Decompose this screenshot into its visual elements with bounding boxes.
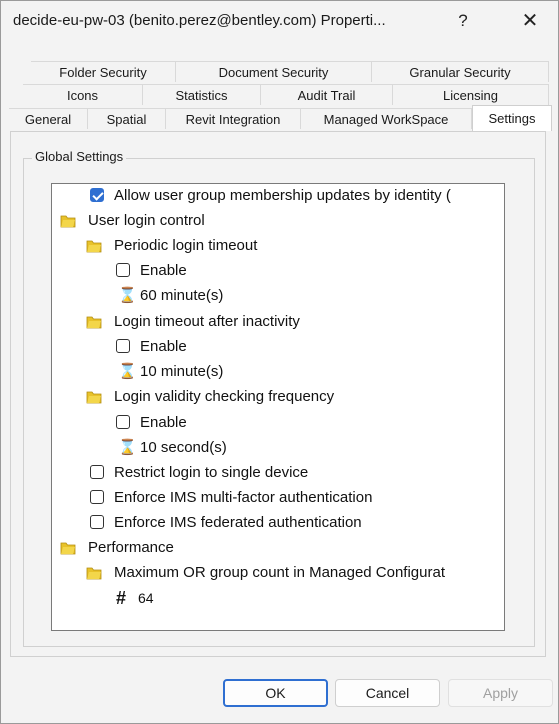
tree-item-label: Login validity checking frequency (114, 388, 335, 405)
title-bar: decide-eu-pw-03 (benito.perez@bentley.co… (1, 1, 558, 41)
tree-item-inactivity-timeout[interactable]: Login timeout after inactivity (52, 310, 504, 334)
tree-item-label: Enable (140, 414, 187, 431)
tree-item-validity-enable[interactable]: Enable (52, 411, 504, 435)
hourglass-icon: ⌛ (118, 363, 137, 380)
tree-item-label: 60 minute(s) (140, 287, 224, 304)
tree-item-periodic-value[interactable]: ⌛ 60 minute(s) (52, 284, 504, 308)
tree-item-max-or-group-value[interactable]: # 64 (52, 586, 504, 610)
window-title: decide-eu-pw-03 (benito.perez@bentley.co… (13, 12, 386, 29)
checkbox-ims-federated[interactable] (90, 515, 104, 529)
tab-audit-trail[interactable]: Audit Trail (261, 84, 393, 105)
tree-item-max-or-group[interactable]: Maximum OR group count in Managed Config… (52, 561, 504, 585)
tree-item-allow-group-updates[interactable]: Allow user group membership updates by i… (52, 184, 504, 208)
tab-revit-integration[interactable]: Revit Integration (166, 108, 301, 129)
folder-icon (60, 215, 76, 228)
folder-icon (86, 316, 102, 329)
tree-item-label: Periodic login timeout (114, 237, 258, 254)
settings-tree[interactable]: Allow user group membership updates by i… (51, 183, 505, 631)
tree-item-ims-mfa[interactable]: Enforce IMS multi-factor authentication (52, 486, 504, 510)
tab-statistics[interactable]: Statistics (143, 84, 261, 105)
tree-item-validity-frequency[interactable]: Login validity checking frequency (52, 385, 504, 409)
tab-spatial[interactable]: Spatial (88, 108, 166, 129)
tree-item-periodic-login-timeout[interactable]: Periodic login timeout (52, 234, 504, 258)
tree-item-inactivity-enable[interactable]: Enable (52, 335, 504, 359)
tree-item-periodic-enable[interactable]: Enable (52, 259, 504, 283)
tree-item-label: Performance (88, 539, 174, 556)
tree-item-label: 10 second(s) (140, 439, 227, 456)
folder-icon (86, 240, 102, 253)
tree-item-inactivity-value[interactable]: ⌛ 10 minute(s) (52, 360, 504, 384)
hash-icon: # (116, 588, 127, 608)
tab-settings[interactable]: Settings (472, 105, 552, 131)
tree-item-label: 64 (138, 590, 154, 606)
tree-item-user-login-control[interactable]: User login control (52, 209, 504, 233)
ok-button[interactable]: OK (223, 679, 328, 707)
tree-item-label: Restrict login to single device (114, 464, 309, 481)
apply-button[interactable]: Apply (448, 679, 553, 707)
tree-item-label: Enforce IMS multi-factor authentication (114, 489, 373, 506)
close-button[interactable]: ✕ (510, 7, 550, 35)
tree-item-label: Allow user group membership updates by i… (114, 187, 451, 204)
checkbox-single-device[interactable] (90, 465, 104, 479)
checkbox-periodic-enable[interactable] (116, 263, 130, 277)
tree-item-label: Login timeout after inactivity (114, 313, 300, 330)
folder-icon (86, 391, 102, 404)
tab-general[interactable]: General (9, 108, 88, 129)
checkbox-ims-mfa[interactable] (90, 490, 104, 504)
tab-document-security[interactable]: Document Security (176, 61, 372, 82)
cancel-button[interactable]: Cancel (335, 679, 440, 707)
tab-icons[interactable]: Icons (23, 84, 143, 105)
checkbox-inactivity-enable[interactable] (116, 339, 130, 353)
hourglass-icon: ⌛ (118, 439, 137, 456)
tree-item-label: Enable (140, 262, 187, 279)
group-title: Global Settings (32, 149, 127, 164)
tree-item-label: Enforce IMS federated authentication (114, 514, 362, 531)
tab-granular-security[interactable]: Granular Security (372, 61, 549, 82)
settings-tab-page: Global Settings Allow user group members… (10, 131, 546, 657)
tree-item-label: Enable (140, 338, 187, 355)
tree-item-single-device[interactable]: Restrict login to single device (52, 461, 504, 485)
tree-item-validity-value[interactable]: ⌛ 10 second(s) (52, 436, 504, 460)
hourglass-icon: ⌛ (118, 287, 137, 304)
tree-item-label: Maximum OR group count in Managed Config… (114, 564, 445, 581)
help-button[interactable]: ? (443, 7, 483, 35)
tree-item-performance[interactable]: Performance (52, 536, 504, 560)
folder-icon (60, 542, 76, 555)
checkbox-validity-enable[interactable] (116, 415, 130, 429)
tree-item-ims-federated[interactable]: Enforce IMS federated authentication (52, 511, 504, 535)
tab-folder-security[interactable]: Folder Security (31, 61, 176, 82)
folder-icon (86, 567, 102, 580)
checkbox-allow-group-updates[interactable] (90, 188, 104, 202)
tab-licensing[interactable]: Licensing (393, 84, 549, 105)
tree-item-label: 10 minute(s) (140, 363, 224, 380)
tab-managed-workspace[interactable]: Managed WorkSpace (301, 108, 472, 129)
properties-dialog: decide-eu-pw-03 (benito.perez@bentley.co… (0, 0, 559, 724)
tree-item-label: User login control (88, 212, 205, 229)
